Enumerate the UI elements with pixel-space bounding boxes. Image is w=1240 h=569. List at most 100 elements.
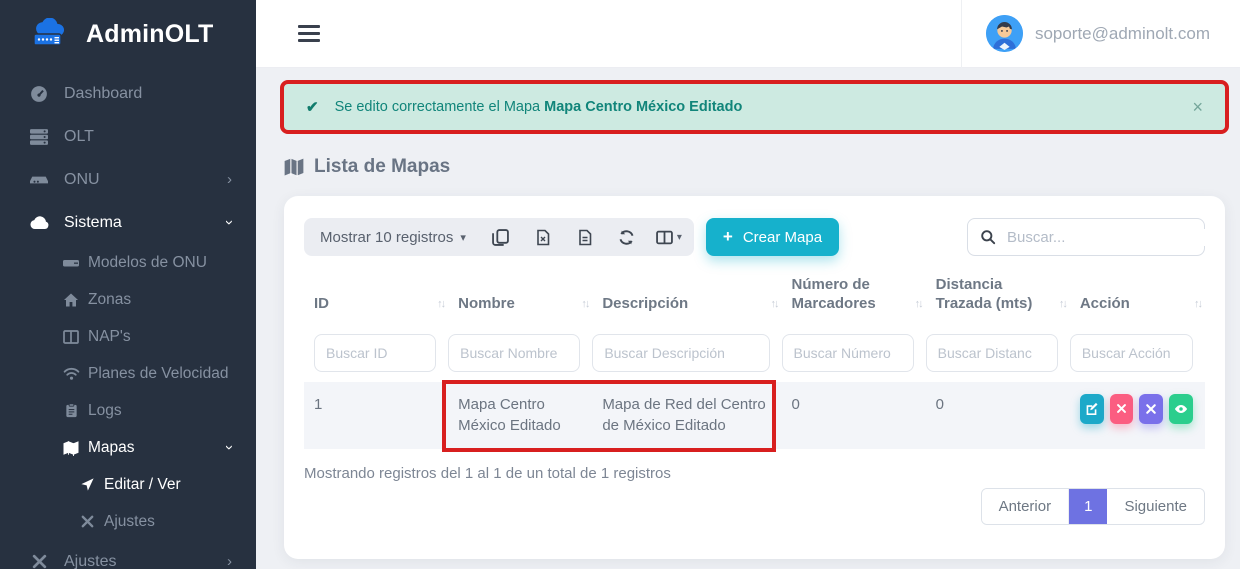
search-input[interactable] [1007,229,1206,246]
alert-highlight: Mapa Centro México Editado [544,99,742,115]
sidebar-item-mapas[interactable]: Mapas › [0,429,256,466]
export-file-button[interactable] [564,218,606,256]
sidebar-item-logs[interactable]: Logs [0,392,256,429]
filter-accion-input[interactable] [1070,334,1193,372]
sidebar-item-editar-ver[interactable]: Editar / Ver [0,466,256,503]
column-header-marcadores[interactable]: Número de Marcadores↑↓ [782,274,926,324]
sort-icon: ↑↓ [915,298,922,312]
sidebar-item-label: Planes de Velocidad [88,365,232,383]
refresh-button[interactable] [606,218,648,256]
filter-marcadores-input[interactable] [782,334,914,372]
filter-nombre-input[interactable] [448,334,580,372]
view-button[interactable] [1169,394,1193,424]
sidebar-item-label: Mapas [88,439,227,457]
sidebar-item-planes-de-velocidad[interactable]: Planes de Velocidad [0,355,256,392]
clipboard-icon [62,403,80,418]
location-arrow-icon [78,477,96,492]
gauge-icon [28,85,50,103]
table-summary: Mostrando registros del 1 al 1 de un tot… [304,465,1205,482]
column-header-id[interactable]: ID↑↓ [304,274,448,324]
brand[interactable]: AdminOLT [0,0,256,68]
edit-button[interactable] [1080,394,1104,424]
sidebar-item-label: Dashboard [64,85,232,103]
sidebar-item-label: Zonas [88,291,232,309]
filter-row [304,324,1205,382]
map-icon [284,157,304,177]
close-icon[interactable]: × [1192,98,1203,116]
sidebar-item-naps[interactable]: NAP's [0,318,256,355]
sidebar-item-label: Modelos de ONU [88,254,232,272]
content: ✔ Se edito correctamente el Mapa Mapa Ce… [256,68,1240,569]
sidebar-item-zonas[interactable]: Zonas [0,281,256,318]
filter-descripcion-input[interactable] [592,334,769,372]
copy-button[interactable] [480,218,522,256]
sort-icon: ↑↓ [437,298,444,312]
wifi-icon [62,365,80,382]
column-header-distancia[interactable]: Distancia Trazada (mts)↑↓ [926,274,1070,324]
caret-down-icon: ▾ [677,232,682,243]
current-page-button[interactable]: 1 [1069,489,1107,524]
chevron-down-icon: › [222,445,237,450]
maps-table-card: Mostrar 10 registros ▾ [284,196,1225,559]
table-row: 1 Mapa Centro México Editado Mapa de Red… [304,382,1205,450]
sidebar-item-ajustes[interactable]: Ajustes › [0,540,256,569]
filter-id-input[interactable] [314,334,436,372]
user-menu[interactable]: soporte@adminolt.com [961,0,1210,68]
plus-icon: + [723,227,733,247]
sidebar-item-label: Editar / Ver [104,476,232,494]
table-toolbar: Mostrar 10 registros ▾ [304,218,1205,256]
tools-icon [78,514,96,529]
avatar [986,15,1023,52]
menu-toggle-icon[interactable] [298,25,320,42]
export-excel-button[interactable] [522,218,564,256]
header-row: ID↑↓ Nombre↑↓ Descripción↑↓ Número de Ma… [304,274,1205,324]
device-icon [28,171,50,189]
sidebar-item-ajustes-mapas[interactable]: Ajustes [0,503,256,540]
pagination-row: Anterior 1 Siguiente [304,488,1205,525]
sidebar-item-label: Ajustes [104,513,232,531]
next-page-button[interactable]: Siguiente [1107,489,1204,524]
sidebar-item-olt[interactable]: OLT [0,115,256,158]
page-length-select[interactable]: Mostrar 10 registros [320,229,453,246]
sidebar-item-label: Sistema [64,214,227,232]
page-header: Lista de Mapas [284,156,1225,178]
toolbar-group: Mostrar 10 registros ▾ [304,218,694,256]
alert-text: Se edito correctamente el Mapa [335,99,541,115]
create-map-button[interactable]: + Crear Mapa [706,218,839,256]
brand-logo-icon [30,18,76,50]
server-stack-icon [28,128,50,146]
search-icon [980,229,996,245]
column-header-descripcion[interactable]: Descripción↑↓ [592,274,781,324]
sort-icon: ↑↓ [1194,298,1201,312]
settings-button[interactable] [1139,394,1163,424]
chevron-down-icon: › [222,220,237,225]
pagination: Anterior 1 Siguiente [981,488,1205,525]
sidebar: AdminOLT Dashboard OLT ONU › Sistema [0,0,256,569]
cell-descripcion: Mapa de Red del Centro de México Editado [592,382,781,450]
sidebar-item-onu[interactable]: ONU › [0,158,256,201]
map-icon [62,440,80,456]
tools-icon [28,553,50,569]
column-visibility-button[interactable]: ▾ [648,218,690,256]
user-email: soporte@adminolt.com [1035,24,1210,44]
cell-acciones [1070,382,1205,450]
cell-distancia: 0 [926,382,1070,450]
sidebar-item-modelos-de-onu[interactable]: Modelos de ONU [0,244,256,281]
sort-icon: ↑↓ [581,298,588,312]
sidebar-item-label: OLT [64,128,232,146]
topbar: soporte@adminolt.com [256,0,1240,68]
columns-icon [62,329,80,345]
previous-page-button[interactable]: Anterior [982,489,1070,524]
sidebar-item-sistema[interactable]: Sistema › [0,201,256,244]
cell-nombre: Mapa Centro México Editado [448,382,592,450]
delete-button[interactable] [1110,394,1134,424]
sidebar-item-dashboard[interactable]: Dashboard [0,72,256,115]
sort-icon: ↑↓ [771,298,778,312]
cloud-icon [28,213,50,232]
column-header-nombre[interactable]: Nombre↑↓ [448,274,592,324]
filter-distancia-input[interactable] [926,334,1058,372]
success-alert: ✔ Se edito correctamente el Mapa Mapa Ce… [284,84,1225,130]
column-header-accion[interactable]: Acción↑↓ [1070,274,1205,324]
sidebar-nav: Dashboard OLT ONU › Sistema › M [0,68,256,569]
sidebar-item-label: NAP's [88,328,232,346]
